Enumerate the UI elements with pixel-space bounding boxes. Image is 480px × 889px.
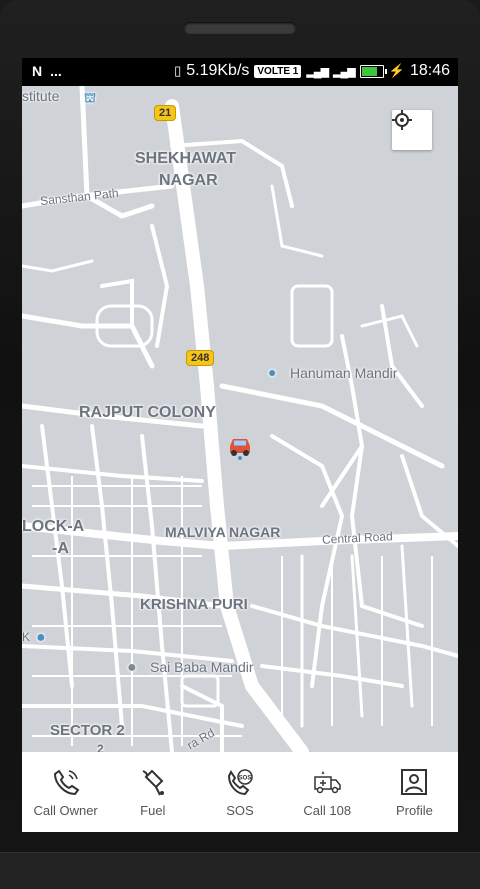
map-label-block-a: LOCK-A: [22, 518, 85, 535]
profile-tab[interactable]: Profile: [371, 752, 458, 832]
map-label-sector-2b: 2: [97, 742, 104, 752]
phone-chin: [0, 852, 480, 889]
route-shield-21: 21: [154, 105, 177, 121]
signal-icon: ▂▄▆: [306, 65, 329, 78]
status-bar: N ... ▯ 5.19Kb/s VOLTE 1 ▂▄▆ ▂▄▆ ⚡ 18:46: [22, 58, 458, 86]
vibrate-icon: ▯: [174, 63, 182, 78]
volte-badge: VOLTE 1: [254, 64, 302, 78]
notification-n-icon: N: [32, 63, 43, 79]
crosshair-icon: [392, 110, 412, 130]
map-label-hanuman-mandir: Hanuman Mandir: [290, 365, 398, 381]
fuel-label: Fuel: [140, 802, 166, 818]
status-right: ▯ 5.19Kb/s VOLTE 1 ▂▄▆ ▂▄▆ ⚡ 18:46: [174, 62, 450, 80]
fuel-tab[interactable]: Fuel: [109, 752, 196, 832]
temple-om-pin-icon: ●: [127, 659, 137, 676]
map-label-shekhawat: SHEKHAWAT: [135, 150, 237, 167]
sos-tab[interactable]: SOS SOS: [196, 752, 283, 832]
call-108-tab[interactable]: Call 108: [284, 752, 371, 832]
sos-label: SOS: [226, 802, 254, 818]
map-label-institute: stitute: [22, 88, 60, 104]
ambulance-icon: [314, 770, 341, 793]
charging-icon: ⚡: [388, 63, 405, 78]
fuel-pump-icon: [142, 769, 164, 795]
place-pin-icon: ●: [36, 629, 46, 646]
profile-icon: [401, 768, 428, 795]
signal-2-icon: ▂▄▆: [333, 65, 356, 78]
battery-icon: [359, 64, 387, 78]
map-label-block-a-2: -A: [52, 540, 69, 557]
map-label-sai-baba-mandir: Sai Baba Mandir: [150, 659, 254, 675]
map-label-malviya-nagar: MALVIYA NAGAR: [165, 524, 281, 540]
clock: 18:46: [409, 62, 450, 79]
more-notifications-icon: ...: [50, 63, 62, 79]
map-label-rajput-colony: RAJPUT COLONY: [79, 404, 216, 421]
map-label-sector-2: SECTOR 2: [50, 722, 125, 739]
phone-screen: N ... ▯ 5.19Kb/s VOLTE 1 ▂▄▆ ▂▄▆ ⚡ 18:46: [22, 58, 458, 832]
temple-pin-icon: ●: [268, 364, 277, 380]
map-label-k: K: [22, 630, 31, 644]
call-108-label: Call 108: [303, 802, 352, 818]
call-owner-label: Call Owner: [33, 802, 98, 818]
sos-icon: SOS: [227, 768, 253, 795]
profile-label: Profile: [395, 802, 433, 818]
status-left: N ...: [32, 63, 62, 79]
phone-icon: [53, 769, 80, 795]
map-view[interactable]: stitute ⛫ 21 SHEKHAWAT NAGAR Sansthan Pa…: [22, 86, 458, 752]
my-location-button[interactable]: [392, 110, 432, 150]
svg-text:SOS: SOS: [239, 775, 252, 781]
phone-speaker: [184, 22, 296, 34]
call-owner-tab[interactable]: Call Owner: [22, 752, 109, 832]
institute-pin-icon: ⛫: [84, 90, 96, 105]
car-icon[interactable]: [226, 432, 254, 460]
route-shield-248: 248: [186, 350, 215, 366]
map-label-nagar: NAGAR: [159, 172, 218, 189]
bottom-navigation: Call Owner Fuel SOS SOS Call 108 Profile: [22, 752, 458, 832]
network-speed: 5.19Kb/s: [186, 62, 250, 79]
map-label-krishna-puri: KRISHNA PURI: [140, 596, 248, 613]
